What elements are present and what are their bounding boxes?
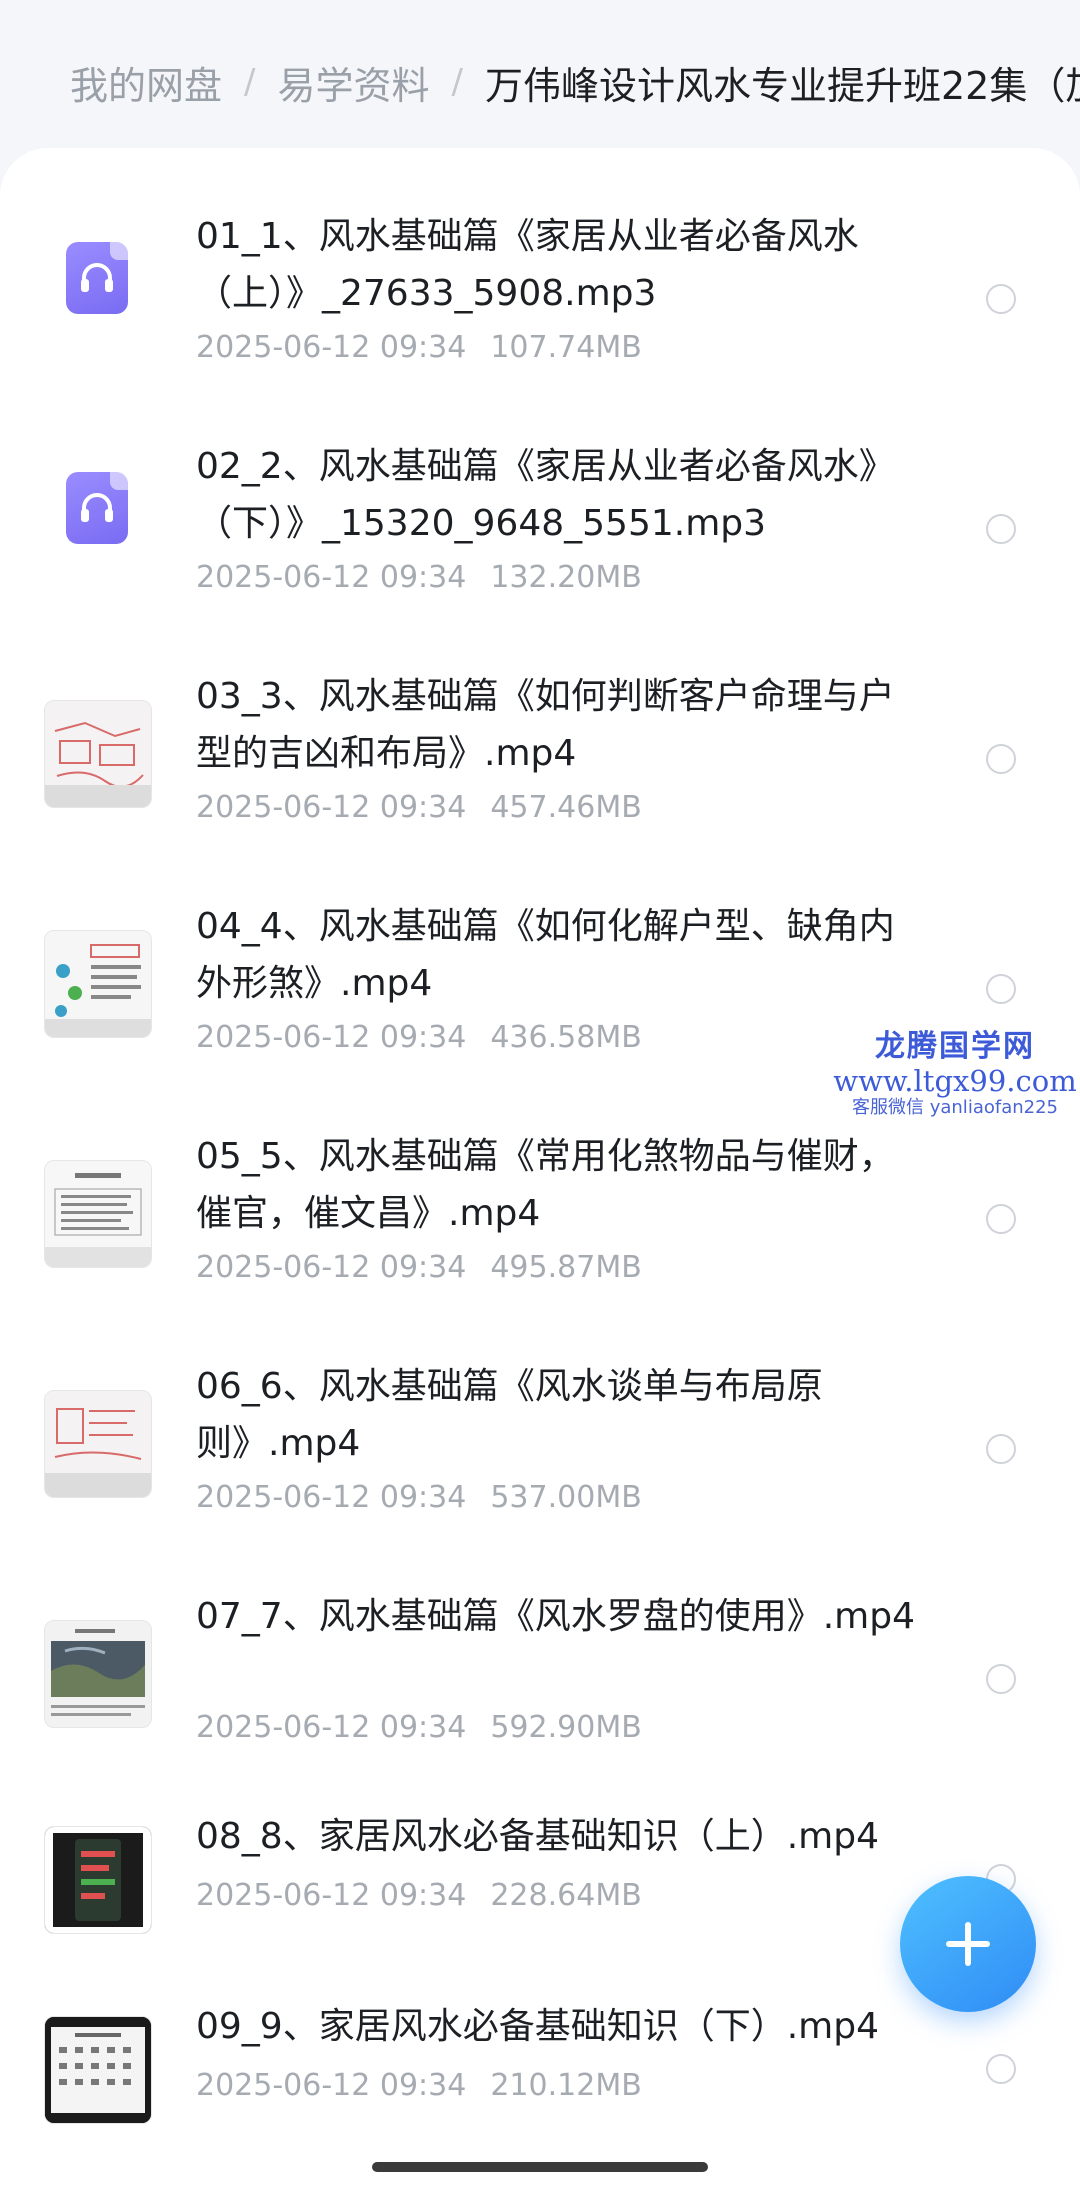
file-name: 04_4、风水基础篇《如何化解户型、缺角内外形煞》.mp4 [196,906,895,1004]
breadcrumb-current: 万伟峰设计风水专业提升班22集（加 [484,63,1080,108]
sketch-thumbnail-icon [45,1391,151,1497]
file-meta: 2025-06-12 09:34 457.46MB [196,790,642,825]
file-meta: 2025-06-12 09:34 228.64MB [196,1878,642,1913]
breadcrumb-root[interactable]: 我的网盘 [70,55,222,110]
file-date: 2025-06-12 09:34 [196,330,467,365]
file-date: 2025-06-12 09:34 [196,1710,467,1745]
file-size: 210.12MB [490,2068,642,2103]
file-name: 09_9、家居风水必备基础知识（下）.mp4 [196,2006,879,2047]
home-indicator[interactable] [372,2162,708,2172]
file-row[interactable]: 09_9、家居风水必备基础知识（下）.mp4 2025-06-12 09:34 2… [0,1998,1080,2148]
select-radio[interactable] [986,1664,1016,1694]
file-size: 436.58MB [490,1020,642,1055]
file-row[interactable]: 07_7、风水基础篇《风水罗盘的使用》.mp4 2025-06-12 09:34… [0,1588,1080,1788]
file-name: 05_5、风水基础篇《常用化煞物品与催财，催官，催文昌》.mp4 [196,1136,895,1234]
headphones-icon [81,493,113,522]
audio-file-icon [66,472,128,544]
breadcrumb-parent[interactable]: 易学资料 [277,55,429,110]
file-date: 2025-06-12 09:34 [196,2068,467,2103]
handwritten-notes-thumbnail-icon [45,701,151,807]
phone-screen-thumbnail-icon [45,1827,151,1933]
file-date: 2025-06-12 09:34 [196,1878,467,1913]
file-name: 01_1、风水基础篇《家居从业者必备风水（上）》_27633_5908.mp3 [196,216,859,314]
file-name: 07_7、风水基础篇《风水罗盘的使用》.mp4 [196,1596,915,1637]
file-meta: 2025-06-12 09:34 132.20MB [196,560,642,595]
select-radio[interactable] [986,284,1016,314]
file-meta: 2025-06-12 09:34 537.00MB [196,1480,642,1515]
file-row[interactable]: 05_5、风水基础篇《常用化煞物品与催财，催官，催文昌》.mp4 2025-06… [0,1128,1080,1328]
file-row[interactable]: 03_3、风水基础篇《如何判断客户命理与户型的吉凶和布局》.mp4 2025-0… [0,668,1080,868]
file-list-card: 01_1、风水基础篇《家居从业者必备风水（上）》_27633_5908.mp3 … [0,148,1080,2202]
text-slide-thumbnail-icon [45,1161,151,1267]
breadcrumb-separator: / [244,62,256,102]
file-browser-page: 我的网盘 / 易学资料 / 万伟峰设计风水专业提升班22集（加 01_1、风水基… [0,0,1080,2202]
file-size: 107.74MB [490,330,642,365]
file-row[interactable]: 06_6、风水基础篇《风水谈单与布局原则》.mp4 2025-06-12 09:… [0,1358,1080,1558]
video-thumbnail [44,930,152,1038]
file-row[interactable]: 04_4、风水基础篇《如何化解户型、缺角内外形煞》.mp4 2025-06-12… [0,898,1080,1098]
file-meta: 2025-06-12 09:34 210.12MB [196,2068,642,2103]
video-thumbnail [44,700,152,808]
file-size: 537.00MB [490,1480,642,1515]
file-size: 592.90MB [490,1710,642,1745]
select-radio[interactable] [986,2054,1016,2084]
file-size: 495.87MB [490,1250,642,1285]
video-thumbnail [44,1620,152,1728]
file-name: 03_3、风水基础篇《如何判断客户命理与户型的吉凶和布局》.mp4 [196,676,895,774]
file-date: 2025-06-12 09:34 [196,1250,467,1285]
video-thumbnail [44,1826,152,1934]
satellite-map-thumbnail-icon [45,1621,151,1727]
file-date: 2025-06-12 09:34 [196,1480,467,1515]
file-meta: 2025-06-12 09:34 107.74MB [196,330,642,365]
add-button[interactable] [900,1876,1036,2012]
select-radio[interactable] [986,974,1016,1004]
file-name: 08_8、家居风水必备基础知识（上）.mp4 [196,1816,879,1857]
breadcrumb: 我的网盘 / 易学资料 / 万伟峰设计风水专业提升班22集（加 [70,52,1080,112]
file-size: 132.20MB [490,560,642,595]
diagram-thumbnail-icon [45,931,151,1037]
breadcrumb-separator: / [451,62,463,102]
file-meta: 2025-06-12 09:34 592.90MB [196,1710,642,1745]
select-radio[interactable] [986,1204,1016,1234]
file-size: 228.64MB [490,1878,642,1913]
grid-slide-thumbnail-icon [45,2017,151,2123]
file-date: 2025-06-12 09:34 [196,790,467,825]
audio-file-icon [66,242,128,314]
headphones-icon [81,263,113,292]
select-radio[interactable] [986,744,1016,774]
file-date: 2025-06-12 09:34 [196,1020,467,1055]
plus-icon [946,1922,990,1966]
file-size: 457.46MB [490,790,642,825]
file-meta: 2025-06-12 09:34 436.58MB [196,1020,642,1055]
file-name: 02_2、风水基础篇《家居从业者必备风水》（下）》_15320_9648_555… [196,446,895,544]
file-row[interactable]: 01_1、风水基础篇《家居从业者必备风水（上）》_27633_5908.mp3 … [0,208,1080,408]
file-row[interactable]: 02_2、风水基础篇《家居从业者必备风水》（下）》_15320_9648_555… [0,438,1080,638]
video-thumbnail [44,2016,152,2124]
select-radio[interactable] [986,1434,1016,1464]
file-name: 06_6、风水基础篇《风水谈单与布局原则》.mp4 [196,1366,823,1464]
video-thumbnail [44,1390,152,1498]
select-radio[interactable] [986,514,1016,544]
file-meta: 2025-06-12 09:34 495.87MB [196,1250,642,1285]
file-date: 2025-06-12 09:34 [196,560,467,595]
video-thumbnail [44,1160,152,1268]
